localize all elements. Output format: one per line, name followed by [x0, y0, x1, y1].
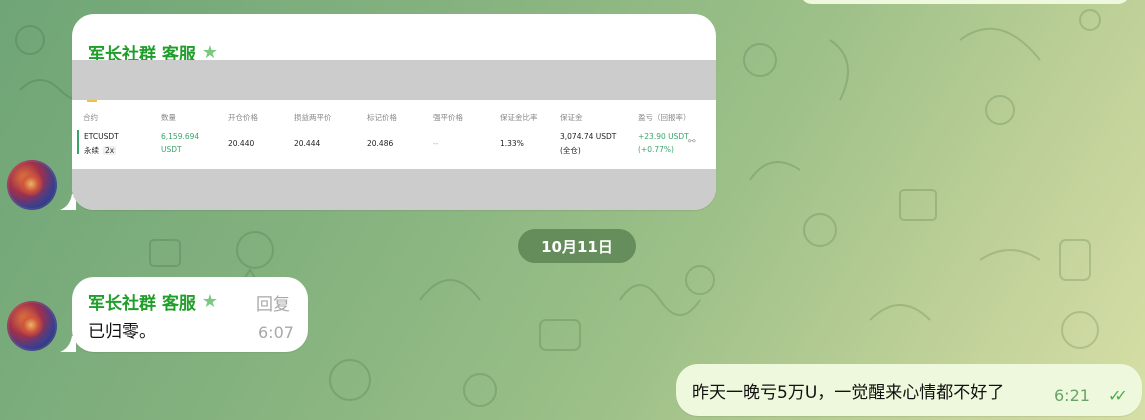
- cell-liq-price: --: [433, 139, 439, 148]
- outgoing-message[interactable]: 昨天一晚亏5万U，一觉醒来心情都不好了 6:21 ✓✓: [676, 364, 1142, 416]
- cell-pnl-pct: (+0.77%): [638, 145, 674, 154]
- double-check-icon: ✓✓: [1108, 386, 1128, 405]
- image-bottom-band: [72, 169, 716, 210]
- header-breakeven: 损益两平价: [294, 113, 332, 122]
- message-time: 6:21: [1054, 386, 1090, 405]
- incoming-message[interactable]: 军长社群 客服 ★ 回复 已归零。 6:07: [72, 277, 308, 352]
- header-liq-price: 强平价格: [433, 113, 463, 122]
- cell-entry-price: 20.440: [228, 139, 255, 148]
- header-pnl: 盈亏（回报率）: [638, 113, 691, 122]
- message-time: 6:07: [258, 323, 294, 342]
- position-table: 合约 数量 开仓价格 损益两平价 标记价格 强平价格 保证金比率 保证金 盈亏（…: [72, 100, 716, 169]
- row-indicator: [77, 130, 79, 154]
- header-margin: 保证金: [560, 113, 583, 122]
- cell-mark-price: 20.486: [367, 139, 394, 148]
- position-screenshot-message[interactable]: 军长社群 客服 ★ 合约 数量 开仓价格 损益两平价 标记价格 强平价格 保证金…: [72, 14, 716, 210]
- star-icon: ★: [201, 41, 219, 63]
- leverage-badge: 2x: [103, 146, 117, 155]
- sender-name[interactable]: 军长社群 客服 ★: [88, 289, 218, 314]
- sender-avatar[interactable]: [7, 160, 57, 210]
- cell-margin: 3,074.74 USDT: [560, 132, 617, 141]
- header-entry-price: 开仓价格: [228, 113, 258, 122]
- cell-margin-ratio: 1.33%: [500, 139, 524, 148]
- share-icon: ⚯: [688, 137, 696, 147]
- sender-name-text: 军长社群 客服: [88, 294, 196, 314]
- header-quantity: 数量: [161, 113, 176, 122]
- message-text: 昨天一晚亏5万U，一觉醒来心情都不好了: [692, 383, 1005, 403]
- contract-type: 永续: [84, 146, 99, 155]
- cell-type: 永续 2x: [84, 145, 117, 156]
- header-contract: 合约: [83, 113, 98, 122]
- reply-button[interactable]: 回复: [256, 290, 290, 315]
- cell-quantity: 6,159.694: [161, 132, 200, 141]
- cell-margin-mode: (全仓): [560, 146, 581, 155]
- date-divider: 10月11日: [518, 229, 636, 263]
- header-mark-price: 标记价格: [367, 113, 397, 122]
- cell-symbol: ETCUSDT: [84, 132, 119, 141]
- cell-breakeven: 20.444: [294, 139, 321, 148]
- cell-pnl: +23.90 USDT: [638, 132, 689, 141]
- message-text: 已归零。: [88, 322, 156, 342]
- star-icon: ★: [201, 290, 219, 312]
- header-margin-ratio: 保证金比率: [500, 113, 538, 122]
- tab-indicator: [87, 100, 97, 102]
- previous-outgoing-bubble: [800, 0, 1130, 4]
- sender-avatar[interactable]: [7, 301, 57, 351]
- image-top-band: [72, 60, 716, 100]
- cell-quantity-unit: USDT: [161, 145, 182, 154]
